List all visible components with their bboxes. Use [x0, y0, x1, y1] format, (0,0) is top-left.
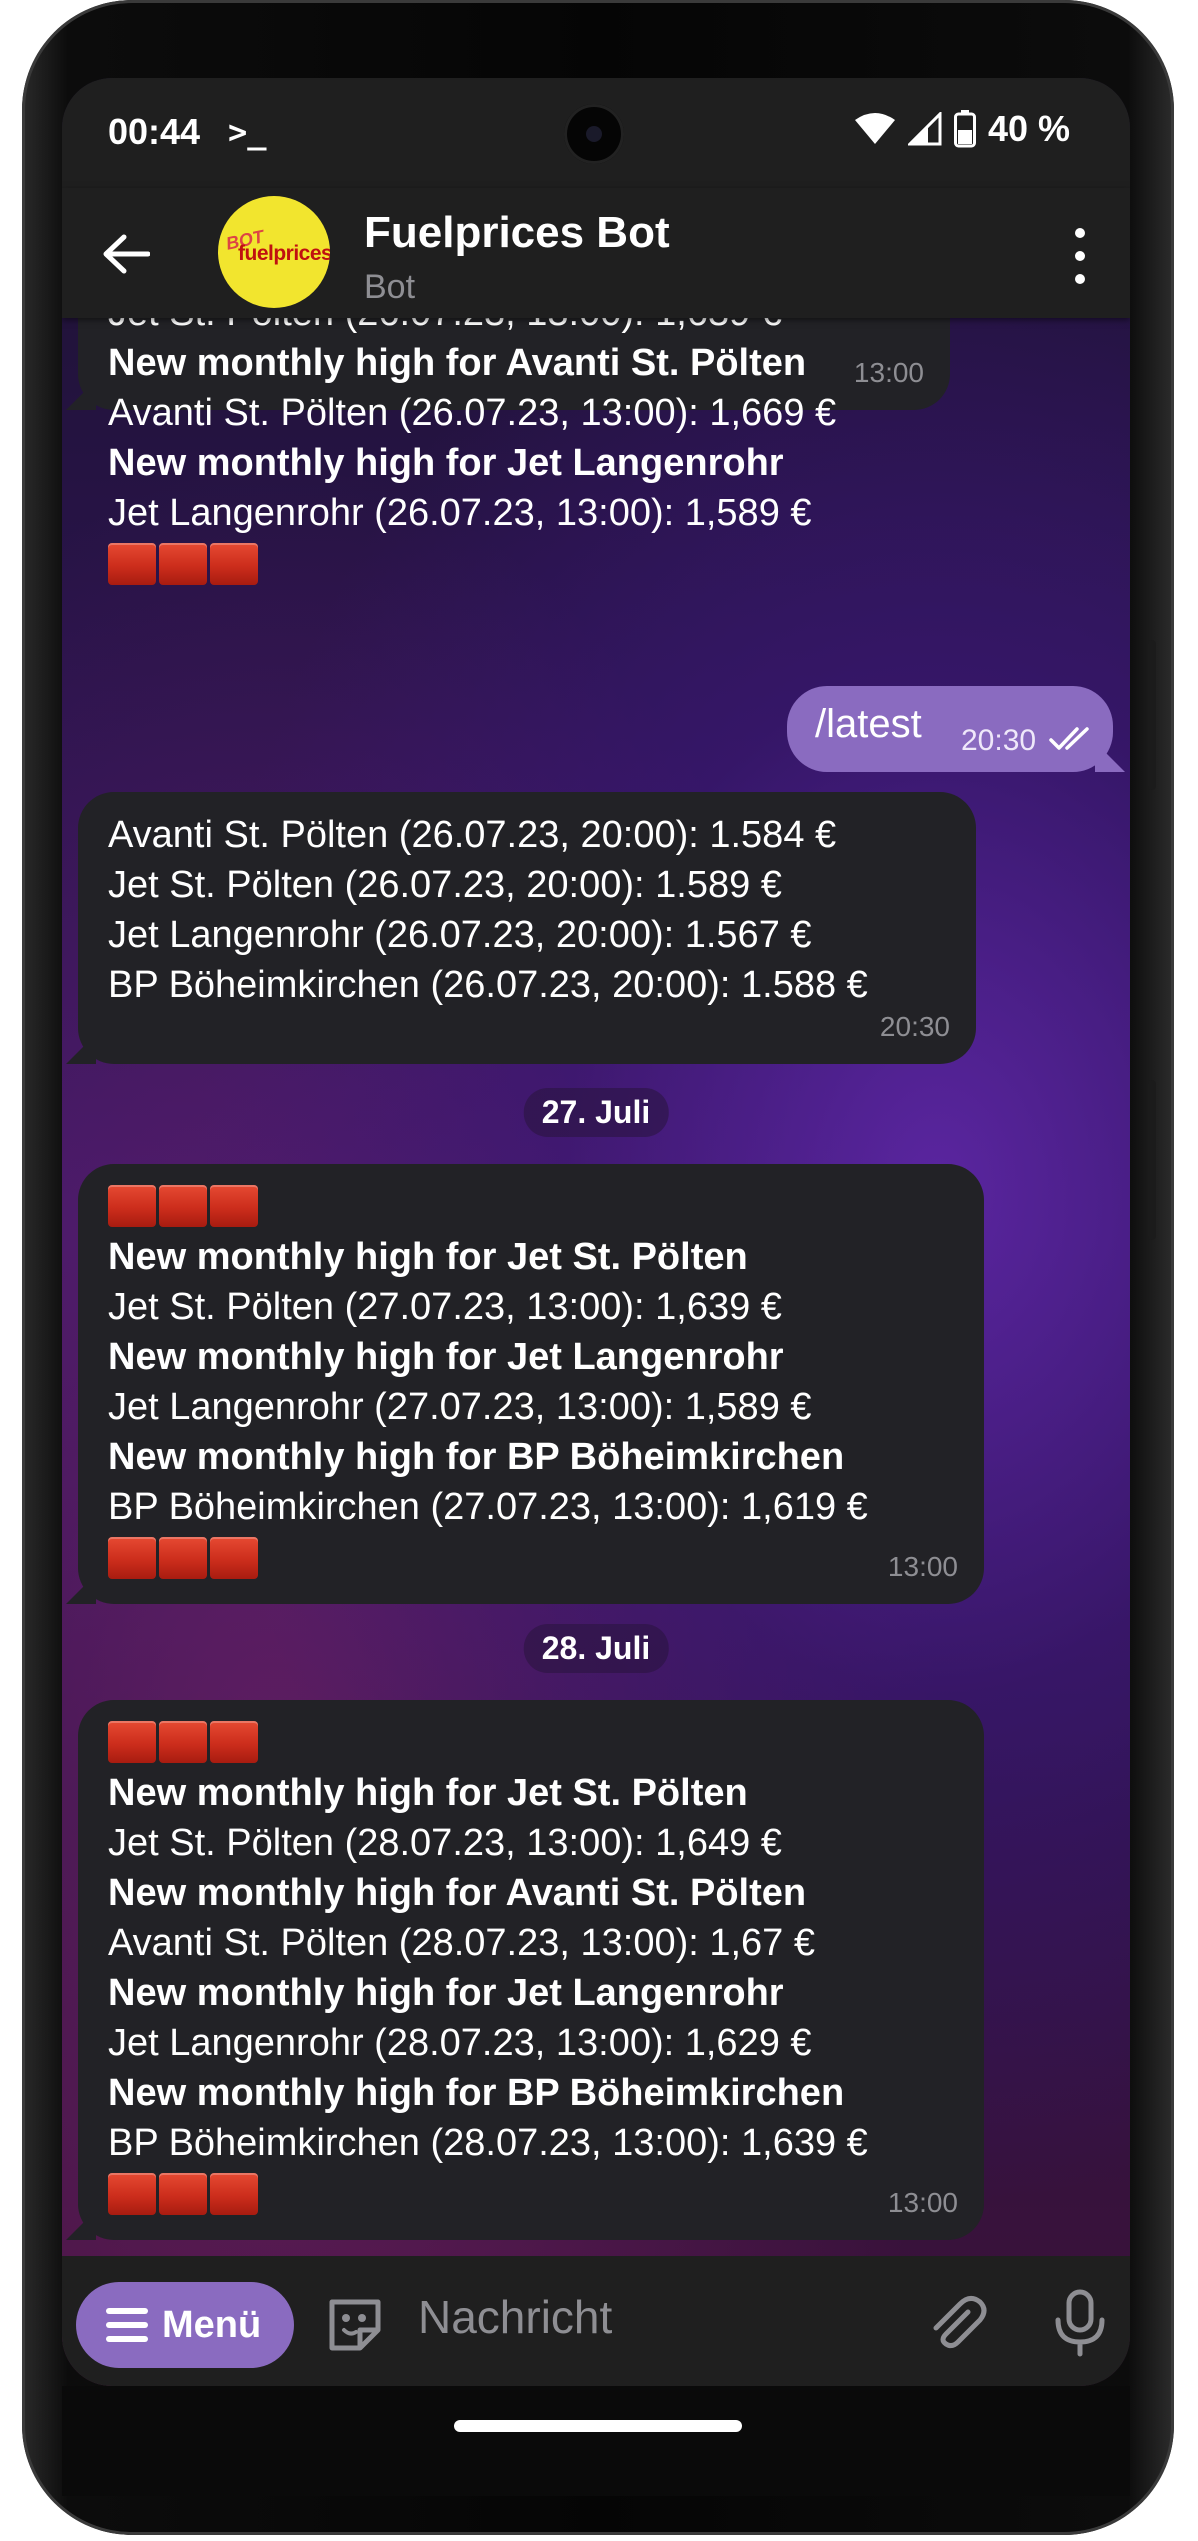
- message-text: Jet Langenrohr (26.07.23, 13:00): 1,589 …: [108, 492, 812, 534]
- volume-button: [1148, 1080, 1156, 1240]
- message-time: 20:30: [961, 724, 1037, 757]
- alarm-light-icon: [210, 1537, 258, 1579]
- message-bubble[interactable]: Avanti St. Pölten (26.07.23, 20:00): 1.5…: [78, 792, 976, 1064]
- alarm-light-icon: [159, 2173, 207, 2215]
- message-text: Jet Langenrohr (27.07.23, 13:00): 1,589 …: [108, 1386, 812, 1428]
- message-text: Jet Langenrohr (26.07.23, 20:00): 1.567 …: [108, 914, 812, 956]
- message-heading: New monthly high for Jet Langenrohr: [108, 442, 784, 484]
- alarm-light-icon: [159, 1721, 207, 1763]
- chat-subtitle: Bot: [364, 268, 416, 306]
- message-lines: Avanti St. Pölten (26.07.23, 20:00): 1.5…: [108, 810, 946, 1010]
- back-button[interactable]: [96, 224, 156, 284]
- chat-header: BOT fuelprices Fuelprices Bot Bot: [62, 188, 1130, 318]
- back-arrow-icon: [103, 234, 150, 274]
- power-button: [1148, 640, 1156, 790]
- message-time: 13:00: [887, 1551, 958, 1582]
- message-heading: New monthly high for Avanti St. Pölten: [108, 342, 807, 384]
- terminal-icon: >_: [228, 113, 267, 151]
- message-heading: New monthly high for BP Böheimkirchen: [108, 2072, 845, 2114]
- alarm-light-icon: [108, 543, 156, 585]
- alarm-light-icon: [159, 1537, 207, 1579]
- sticker-icon[interactable]: [324, 2294, 386, 2356]
- message-heading: New monthly high for Jet St. Pölten: [108, 1772, 748, 1814]
- message-text: Avanti St. Pölten (26.07.23, 13:00): 1,6…: [108, 392, 837, 434]
- home-indicator[interactable]: [454, 2420, 742, 2432]
- message-text: Avanti St. Pölten (28.07.23, 13:00): 1,6…: [108, 1922, 816, 1964]
- message-lines: New monthly high for Jet St. Pölten Jet S…: [108, 1232, 954, 1532]
- alarm-light-icon: [159, 1185, 207, 1227]
- message-text: Jet St. Pölten (28.07.23, 13:00): 1,649 …: [108, 1822, 782, 1864]
- signal-icon: [907, 112, 942, 146]
- wifi-icon: [854, 113, 895, 144]
- menu-label: Menü: [162, 2303, 262, 2346]
- message-heading: New monthly high for Jet Langenrohr: [108, 1336, 784, 1378]
- message-heading: New monthly high for Avanti St. Pölten: [108, 1872, 807, 1914]
- status-bar: 00:44 >_ 40 %: [62, 78, 1130, 188]
- message-time: 13:00: [853, 357, 924, 388]
- message-text: BP Böheimkirchen (28.07.23, 13:00): 1,63…: [108, 2122, 868, 2164]
- message-time: 20:30: [879, 1011, 950, 1042]
- alarm-emoji-row: [108, 542, 920, 586]
- camera-cutout: [564, 104, 624, 164]
- chat-title[interactable]: Fuelprices Bot: [364, 208, 670, 258]
- message-text: Jet Langenrohr (28.07.23, 13:00): 1,629 …: [108, 2022, 812, 2064]
- alarm-emoji-row: [108, 1536, 954, 1580]
- avatar-logo-text: fuelprices: [238, 242, 330, 265]
- hamburger-icon: [106, 2308, 148, 2342]
- attach-icon[interactable]: [924, 2292, 988, 2356]
- alarm-light-icon: [210, 2173, 258, 2215]
- alarm-light-icon: [210, 1185, 258, 1227]
- mic-icon[interactable]: [1052, 2288, 1108, 2358]
- message-input[interactable]: Nachricht: [418, 2290, 612, 2344]
- alarm-emoji-row: [108, 2172, 954, 2216]
- message-text: BP Böheimkirchen (26.07.23, 20:00): 1.58…: [108, 964, 868, 1006]
- bot-menu-button[interactable]: Menü: [76, 2282, 294, 2368]
- status-time: 00:44: [108, 111, 201, 152]
- alarm-light-icon: [108, 1185, 156, 1227]
- input-bar: Menü Nachricht: [62, 2256, 1130, 2386]
- message-text: Avanti St. Pölten (26.07.23, 20:00): 1.5…: [108, 814, 837, 856]
- bot-avatar[interactable]: BOT fuelprices: [218, 196, 330, 308]
- message-heading: New monthly high for Jet St. Pölten: [108, 1236, 748, 1278]
- alarm-emoji-row: [108, 1720, 954, 1764]
- more-options-button[interactable]: [1060, 228, 1100, 284]
- outgoing-message[interactable]: /latest 20:30: [787, 686, 1113, 772]
- status-icons: 40 %: [854, 108, 1070, 150]
- message-heading: New monthly high for Jet Langenrohr: [108, 1972, 784, 2014]
- message-bubble[interactable]: New monthly high for Jet St. Pölten Jet S…: [78, 1700, 984, 2240]
- battery-icon: [953, 110, 976, 148]
- message-text: Jet St. Pölten (26.07.23, 20:00): 1.589 …: [108, 864, 782, 906]
- message-lines: Jet St. Pölten (26.07.23, 13:00): 1,639 …: [108, 288, 920, 538]
- outgoing-message-text: /latest: [815, 702, 922, 746]
- battery-percent: 40 %: [987, 108, 1070, 149]
- message-time: 13:00: [887, 2187, 958, 2218]
- alarm-emoji-row: [108, 1184, 954, 1228]
- alarm-light-icon: [159, 543, 207, 585]
- alarm-light-icon: [108, 1537, 156, 1579]
- screen: 00:44 >_ 40 % BOT fuelprices Fuelprices …: [62, 78, 1130, 2386]
- double-check-icon: [1049, 727, 1089, 750]
- alarm-light-icon: [108, 2173, 156, 2215]
- message-lines: New monthly high for Jet St. Pölten Jet S…: [108, 1768, 954, 2168]
- alarm-light-icon: [108, 1721, 156, 1763]
- message-heading: New monthly high for BP Böheimkirchen: [108, 1436, 845, 1478]
- message-text: BP Böheimkirchen (27.07.23, 13:00): 1,61…: [108, 1486, 868, 1528]
- alarm-light-icon: [210, 1721, 258, 1763]
- message-bubble[interactable]: New monthly high for Jet St. Pölten Jet S…: [78, 1164, 984, 1604]
- more-vert-icon: [1075, 228, 1085, 238]
- date-separator: 27. Juli: [523, 1088, 669, 1137]
- message-text: Jet St. Pölten (27.07.23, 13:00): 1,639 …: [108, 1286, 782, 1328]
- alarm-light-icon: [210, 543, 258, 585]
- date-separator: 28. Juli: [523, 1624, 669, 1673]
- bottom-bezel: [62, 2386, 1130, 2496]
